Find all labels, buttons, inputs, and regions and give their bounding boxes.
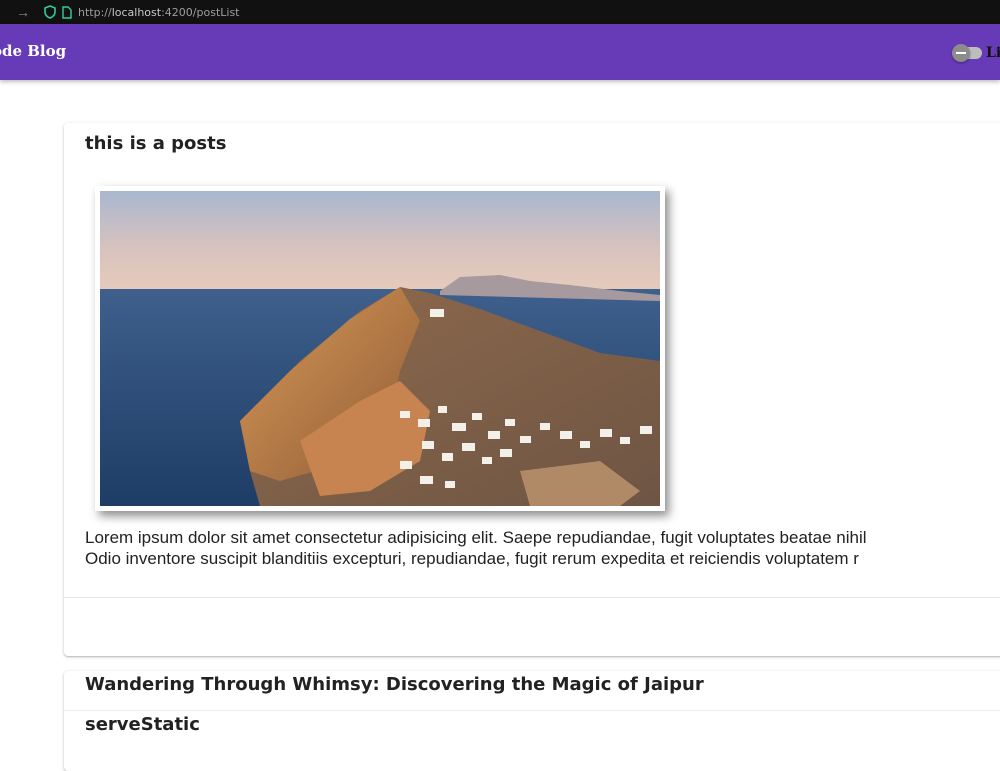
landscape-image-icon bbox=[100, 191, 660, 506]
url-prefix: http:// bbox=[78, 5, 112, 19]
theme-toggle[interactable]: Li bbox=[952, 44, 1000, 62]
browser-toolbar: → http://localhost:4200/postList bbox=[0, 0, 1000, 24]
post-card: this is a posts Lorem ipsum dolor sit am… bbox=[64, 123, 1000, 656]
page-icon bbox=[62, 5, 72, 19]
card-divider bbox=[64, 710, 1000, 711]
post-body-line-1: Lorem ipsum dolor sit amet consectetur a… bbox=[85, 528, 867, 547]
forward-arrow-icon[interactable]: → bbox=[16, 0, 34, 24]
url-path: :4200/postList bbox=[161, 5, 240, 19]
brand-title[interactable]: ode Blog bbox=[0, 42, 66, 60]
shield-icon[interactable] bbox=[44, 5, 56, 19]
post-body-line-2: Odio inventore suscipit blanditiis excep… bbox=[85, 549, 859, 568]
post-card: Wandering Through Whimsy: Discovering th… bbox=[64, 671, 1000, 771]
toggle-thumb[interactable] bbox=[952, 44, 970, 62]
theme-toggle-label: Li bbox=[986, 45, 1000, 61]
address-bar[interactable]: http://localhost:4200/postList bbox=[78, 6, 240, 19]
post-image bbox=[95, 186, 665, 511]
url-host: localhost bbox=[111, 5, 162, 19]
card-actions-divider bbox=[64, 597, 1000, 598]
post-body: Lorem ipsum dolor sit amet consectetur a… bbox=[85, 527, 1000, 569]
post-title: Wandering Through Whimsy: Discovering th… bbox=[85, 674, 704, 695]
app-header: ode Blog Li bbox=[0, 24, 1000, 80]
post-subtitle: serveStatic bbox=[85, 714, 200, 735]
post-title: this is a posts bbox=[85, 133, 227, 154]
